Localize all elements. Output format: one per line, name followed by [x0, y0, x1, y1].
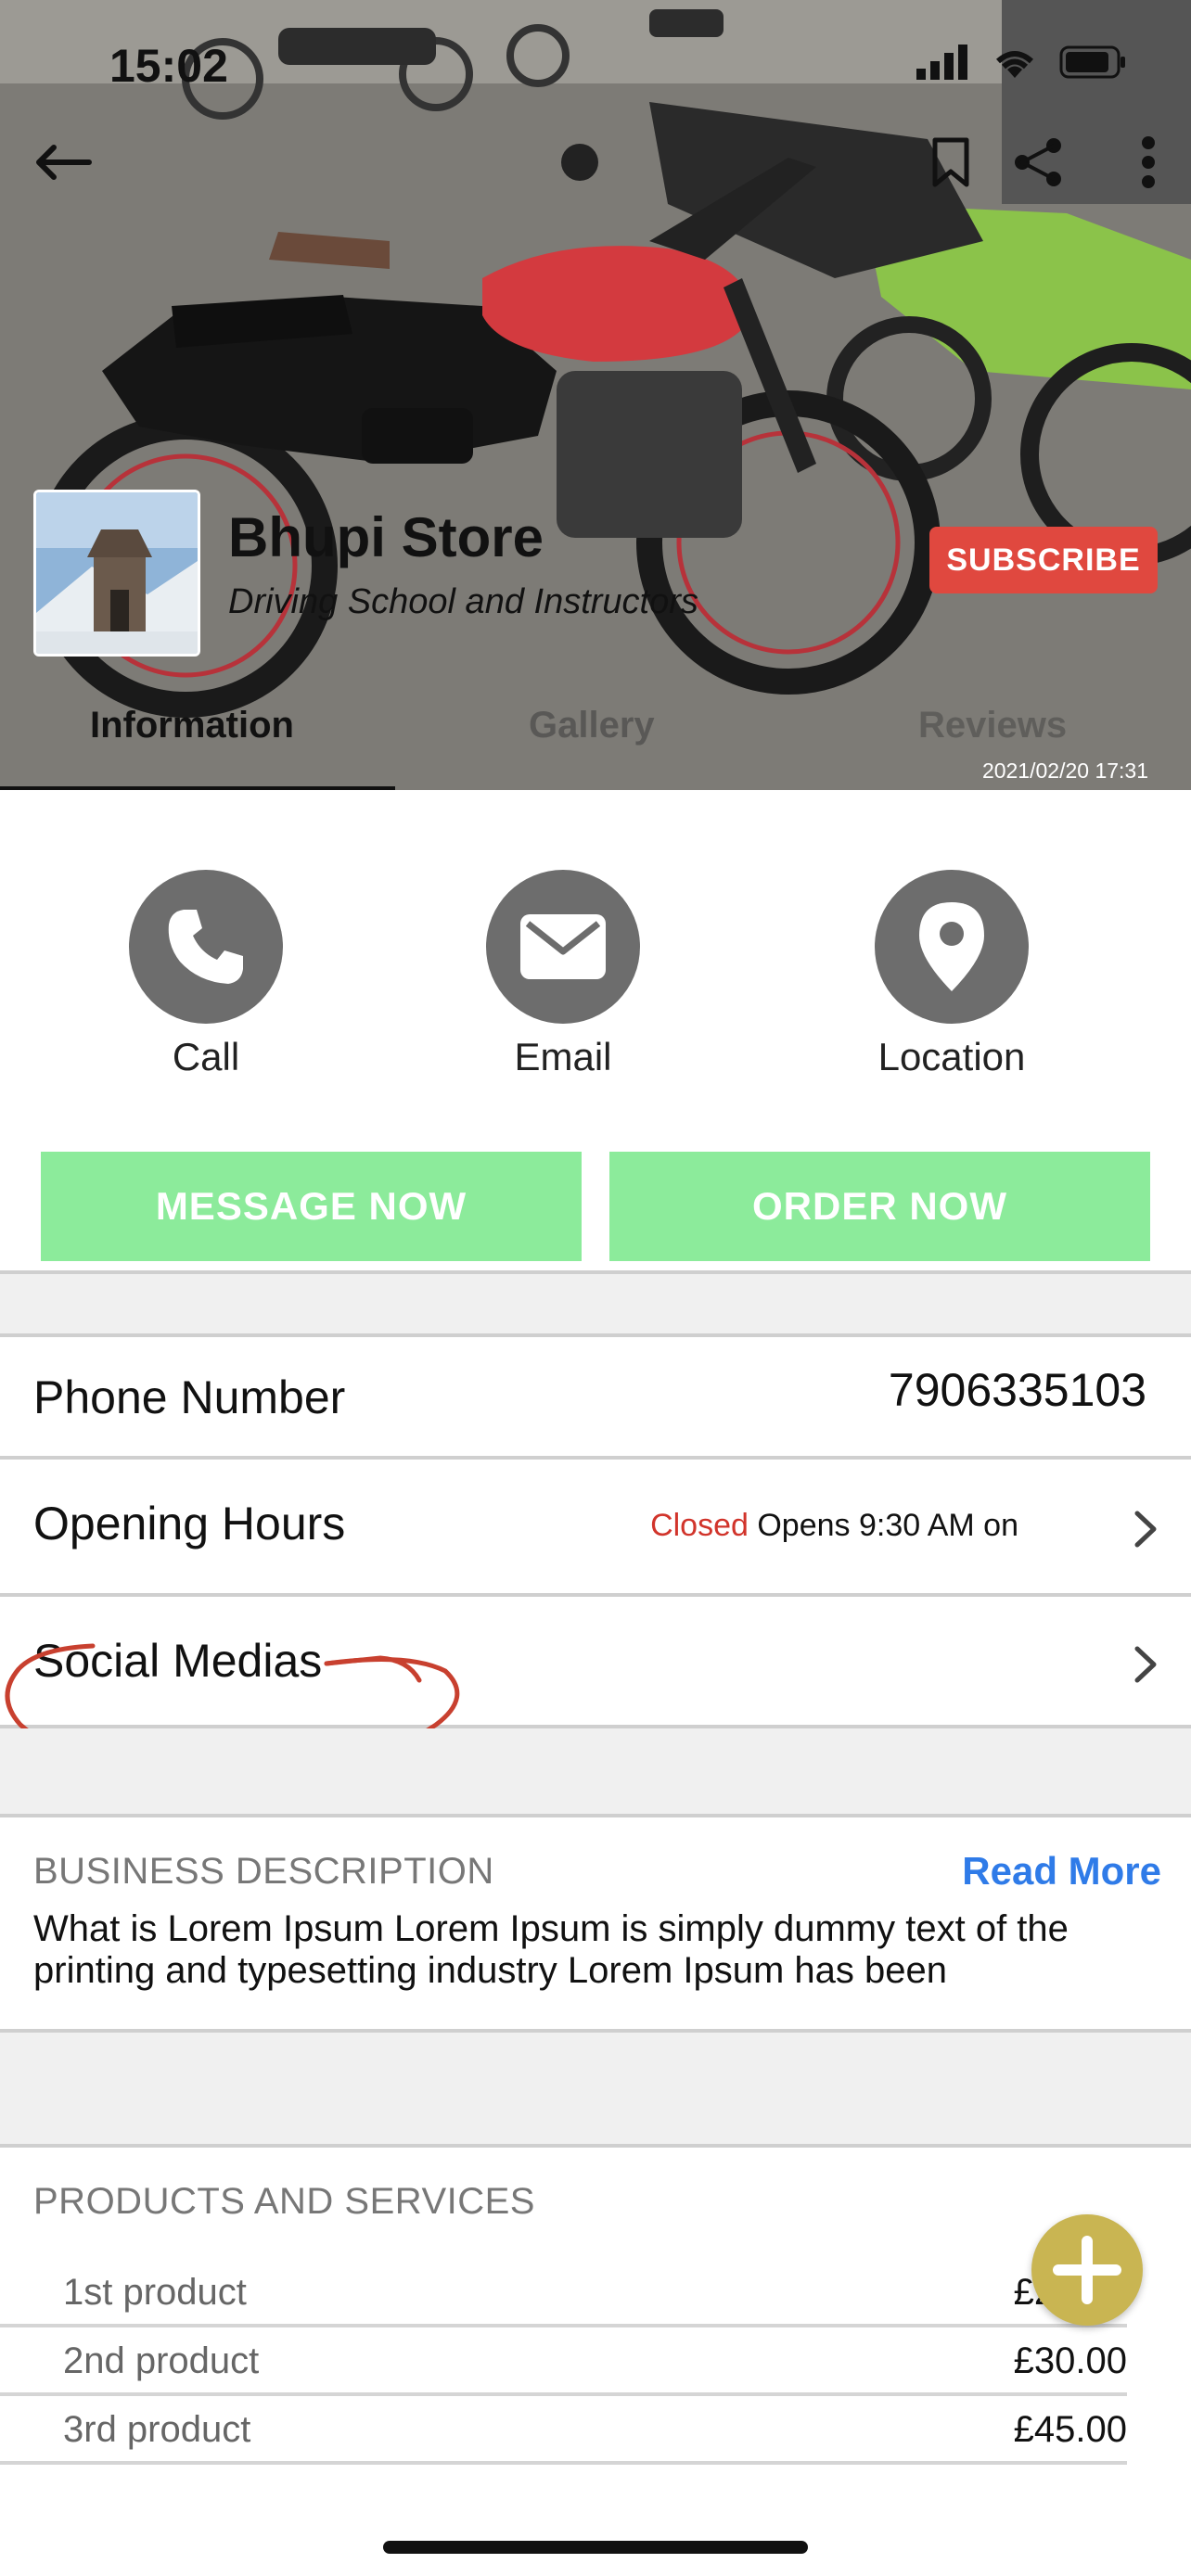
products-section: PRODUCTS AND SERVICES 1st product £20.00…: [0, 2148, 1191, 2481]
phone-number-label: Phone Number: [33, 1371, 346, 1423]
opening-hours-label: Opening Hours: [33, 1498, 346, 1549]
business-description-text: What is Lorem Ipsum Lorem Ipsum is simpl…: [33, 1908, 1069, 1991]
call-action[interactable]: Call: [104, 870, 308, 1079]
chevron-right-icon: [1134, 1511, 1157, 1548]
add-fab-button[interactable]: [1031, 2214, 1143, 2326]
phone-number-value: 7906335103: [888, 1364, 1146, 1416]
mail-icon: [520, 914, 606, 979]
bookmark-icon: [932, 137, 969, 187]
home-indicator[interactable]: [383, 2541, 808, 2554]
chevron-right-icon: [1134, 1646, 1157, 1683]
product-price: £45.00: [1013, 2409, 1127, 2450]
location-label: Location: [877, 1035, 1026, 1078]
store-name: Bhupi Store: [228, 506, 544, 568]
section-divider: [0, 2033, 1191, 2148]
closed-status: Closed: [650, 1508, 749, 1543]
product-row[interactable]: 3rd product £45.00: [0, 2396, 1127, 2465]
product-name: 3rd product: [63, 2409, 251, 2450]
product-row[interactable]: 2nd product £30.00: [0, 2327, 1127, 2396]
tab-gallery[interactable]: Gallery: [529, 705, 655, 746]
product-name: 2nd product: [63, 2340, 260, 2381]
status-icons: [916, 45, 1126, 80]
products-title: PRODUCTS AND SERVICES: [33, 2181, 535, 2222]
more-vertical-icon: [1142, 136, 1155, 188]
section-divider: [0, 1270, 1191, 1337]
photo-timestamp: 2021/02/20 17:31: [981, 759, 1148, 783]
share-button[interactable]: [1006, 130, 1071, 195]
hero-cover-image: 15:02 Bhupi Store Driving School and Ins…: [0, 0, 1191, 790]
more-options-button[interactable]: [1121, 130, 1176, 195]
tab-reviews[interactable]: Reviews: [918, 705, 1067, 746]
map-pin-icon: [919, 902, 984, 991]
wifi-icon: [996, 51, 1033, 78]
social-medias-row[interactable]: Social Medias: [0, 1597, 1191, 1728]
tab-information[interactable]: Information: [90, 705, 294, 746]
call-circle[interactable]: [129, 870, 283, 1024]
business-description-title: BUSINESS DESCRIPTION: [33, 1851, 494, 1892]
phone-icon: [168, 910, 243, 984]
status-time: 15:02: [109, 40, 228, 92]
read-more-link[interactable]: Read More: [962, 1849, 1161, 1894]
email-circle[interactable]: [486, 870, 640, 1024]
location-circle[interactable]: [875, 870, 1029, 1024]
opening-hours-row[interactable]: Opening Hours Closed Opens 9:30 AM on: [0, 1460, 1191, 1597]
business-description-section: BUSINESS DESCRIPTION Read More What is L…: [0, 1817, 1191, 2033]
signal-icon: [916, 45, 967, 80]
subscribe-button[interactable]: SUBSCRIBE: [929, 527, 1158, 593]
product-row[interactable]: 1st product £20.00: [0, 2259, 1127, 2327]
product-name: 1st product: [63, 2272, 247, 2313]
back-button[interactable]: [26, 130, 100, 195]
call-label: Call: [172, 1035, 240, 1078]
back-arrow-icon: [36, 145, 92, 180]
store-logo: [33, 490, 200, 657]
store-category: Driving School and Instructors: [228, 582, 698, 621]
bookmark-button[interactable]: [918, 130, 983, 195]
active-tab-indicator: [0, 786, 395, 790]
plus-icon: [1053, 2236, 1121, 2304]
section-divider: [0, 1728, 1191, 1817]
product-price: £30.00: [1013, 2340, 1127, 2381]
battery-icon: [1059, 45, 1125, 79]
social-medias-label: Social Medias: [33, 1635, 323, 1687]
email-action[interactable]: Email: [461, 870, 665, 1079]
order-now-button[interactable]: ORDER NOW: [609, 1152, 1150, 1261]
share-icon: [1015, 138, 1061, 186]
location-action[interactable]: Location: [850, 870, 1054, 1079]
status-bar: 15:02: [0, 0, 1191, 130]
opening-time: Opens 9:30 AM on: [757, 1508, 1018, 1543]
phone-number-row[interactable]: Phone Number 7906335103: [0, 1337, 1191, 1460]
message-now-button[interactable]: MESSAGE NOW: [41, 1152, 582, 1261]
opening-hours-status: Closed Opens 9:30 AM on: [650, 1508, 1018, 1544]
email-label: Email: [514, 1035, 612, 1078]
